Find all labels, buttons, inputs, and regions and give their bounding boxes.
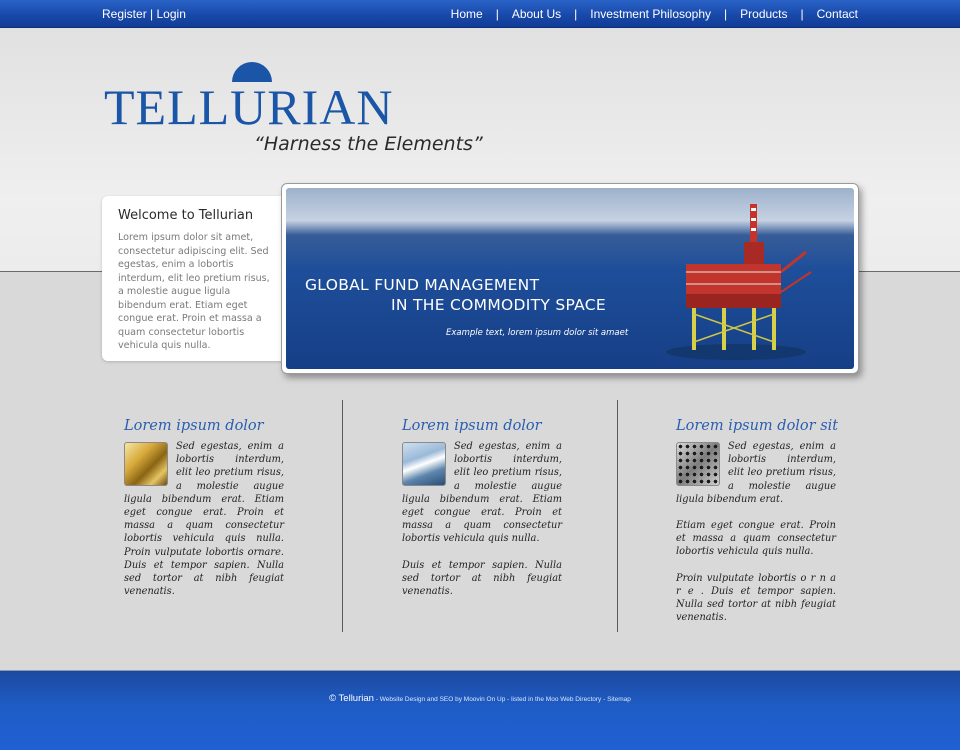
column-title: Lorem ipsum dolor [402, 418, 542, 434]
footer-brand: © Tellurian [329, 693, 374, 704]
auth-links: Register | Login [102, 7, 186, 21]
auth-separator: | [150, 7, 154, 21]
login-link[interactable]: Login [157, 7, 186, 21]
column-text: Proin vulputate lobortis o r n a r e . D… [676, 572, 836, 624]
logo-text: TELLURIAN [104, 79, 394, 135]
banner-title-line1: GLOBAL FUND MANAGEMENT [305, 276, 540, 294]
banner-title-line2: IN THE COMMODITY SPACE [391, 296, 607, 314]
nav-separator: | [724, 7, 728, 21]
register-link[interactable]: Register [102, 7, 147, 21]
welcome-text: Lorem ipsum dolor sit amet, consectetur … [118, 232, 270, 351]
column-text: Etiam eget congue erat. Proin et massa a… [676, 520, 836, 558]
oil-rig-icon [666, 204, 812, 360]
tellurian-logo[interactable]: TELLURIAN [104, 62, 414, 135]
footer: © Tellurian - Website Design and SEO by … [0, 670, 960, 750]
welcome-box: Welcome to Tellurian Lorem ipsum dolor s… [102, 196, 288, 361]
column-text: Duis et tempor sapien. Nulla sed tortor … [402, 559, 562, 598]
column-divider [342, 400, 343, 632]
footer-links[interactable]: - Website Design and SEO by Moovin On Up… [374, 696, 631, 703]
metal-mesh-icon [676, 442, 720, 486]
footer-text: © Tellurian - Website Design and SEO by … [0, 693, 960, 704]
ship-icon [402, 442, 446, 486]
nav-separator: | [495, 7, 499, 21]
top-bar: Register | Login Home | About Us | Inves… [0, 0, 960, 28]
content-column-3: Lorem ipsum dolor sit Sed egestas, enim … [676, 418, 839, 637]
welcome-title: Welcome to Tellurian [118, 208, 254, 223]
column-title: Lorem ipsum dolor [124, 418, 264, 434]
column-divider [617, 400, 618, 632]
tagline: “Harness the Elements” [254, 133, 483, 155]
nav-separator: | [574, 7, 578, 21]
banner-caption: Example text, lorem ipsum dolor sit amae… [446, 328, 629, 338]
nav-home[interactable]: Home [451, 7, 483, 21]
nav-separator: | [800, 7, 804, 21]
banner-image: GLOBAL FUND MANAGEMENT IN THE COMMODITY … [286, 188, 854, 369]
main-nav: Home | About Us | Investment Philosophy … [451, 7, 858, 21]
hero-banner: GLOBAL FUND MANAGEMENT IN THE COMMODITY … [281, 183, 859, 374]
content-column-1: Lorem ipsum dolor Sed egestas, enim a lo… [124, 418, 284, 611]
nav-about-us[interactable]: About Us [512, 7, 561, 21]
nav-products[interactable]: Products [740, 7, 787, 21]
nav-contact[interactable]: Contact [817, 7, 858, 21]
gold-bars-icon [124, 442, 168, 486]
nav-investment-philosophy[interactable]: Investment Philosophy [590, 7, 711, 21]
column-title: Lorem ipsum dolor sit [676, 418, 839, 434]
content-column-2: Lorem ipsum dolor Sed egestas, enim a lo… [402, 418, 562, 611]
